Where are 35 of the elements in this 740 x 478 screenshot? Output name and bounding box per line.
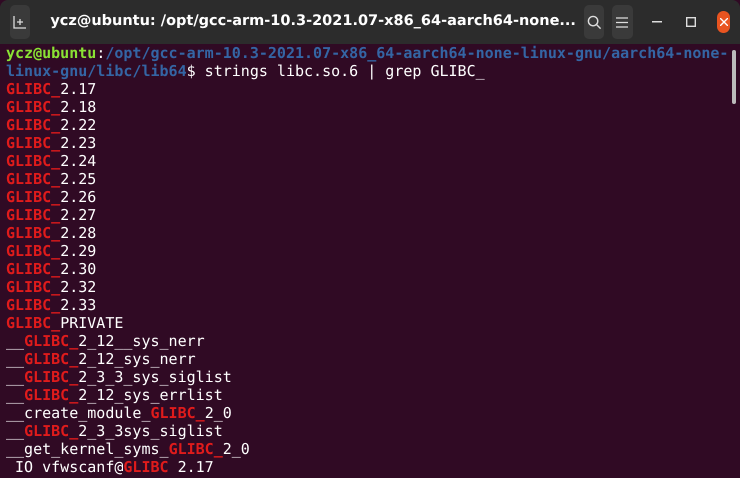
search-icon bbox=[586, 14, 602, 30]
output-line: __GLIBC_2_12_sys_nerr bbox=[6, 350, 197, 368]
menu-icon bbox=[616, 16, 628, 28]
output-line: __get_kernel_syms_GLIBC_2_0 bbox=[6, 440, 251, 458]
output-line: IO vfwscanf@GLIBC 2.17 bbox=[14, 458, 215, 476]
output-line: GLIBC_2.28 bbox=[6, 224, 98, 242]
output-line: __GLIBC_2_3_3sys_siglist bbox=[6, 422, 224, 440]
new-tab-icon bbox=[13, 15, 28, 29]
output-line: __create_module_GLIBC_2_0 bbox=[6, 404, 233, 422]
maximize-icon bbox=[686, 17, 696, 27]
output-line: GLIBC_2.26 bbox=[6, 188, 98, 206]
output-line: GLIBC_2.29 bbox=[6, 242, 98, 260]
output-line: GLIBC_PRIVATE bbox=[6, 314, 124, 332]
output-line: GLIBC_2.25 bbox=[6, 170, 98, 188]
scrollbar[interactable] bbox=[732, 50, 736, 104]
output-line: GLIBC_2.32 bbox=[6, 278, 98, 296]
output-line: GLIBC_2.27 bbox=[6, 206, 98, 224]
output-line: GLIBC_2.33 bbox=[6, 296, 98, 314]
search-button[interactable] bbox=[584, 5, 604, 39]
close-icon bbox=[720, 18, 728, 26]
command-prompt: ycz@ubuntu:/opt/gcc-arm-10.3-2021.07-x86_64-aarch64-none-linux-gnu/aarch64-none-linux-gnu/libc/lib64$ strings libc.so.6 | grep GLIBC_ bbox=[6, 44, 730, 80]
new-tab-button[interactable] bbox=[10, 5, 30, 39]
window-title: ycz@ubuntu: /opt/gcc-arm-10.3-2021.07-x86_64-aarch64-none... bbox=[50, 12, 576, 32]
output-line: GLIBC_2.30 bbox=[6, 260, 98, 278]
output-line: __GLIBC_2_12__sys_nerr bbox=[6, 332, 206, 350]
output-line: GLIBC_2.22 bbox=[6, 116, 98, 134]
menu-button[interactable] bbox=[612, 5, 633, 39]
output-line: __GLIBC_2_3_3_sys_siglist bbox=[6, 368, 233, 386]
output-line: __GLIBC_2_12_sys_errlist bbox=[6, 386, 224, 404]
output-line: GLIBC_2.17 bbox=[6, 80, 98, 98]
close-button[interactable] bbox=[717, 11, 730, 33]
output-line: GLIBC_2.23 bbox=[6, 134, 98, 152]
output-line: GLIBC_2.24 bbox=[6, 152, 98, 170]
output-line: GLIBC_2.18 bbox=[6, 98, 98, 116]
minimize-icon bbox=[652, 21, 662, 23]
